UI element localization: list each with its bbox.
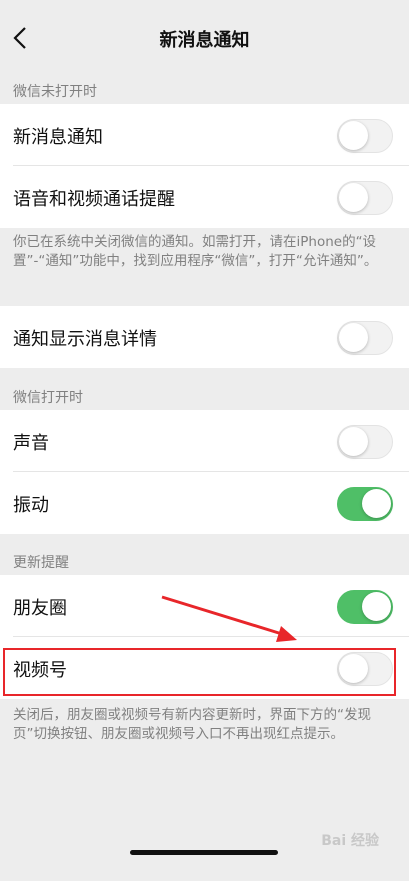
cell-label: 视频号 bbox=[13, 660, 67, 681]
toggle-knob bbox=[339, 654, 368, 683]
cell-label: 通知显示消息详情 bbox=[13, 329, 157, 350]
watermark: Bai 经验 bbox=[321, 833, 379, 849]
new-message-notification-toggle[interactable] bbox=[337, 119, 393, 153]
cell-label: 振动 bbox=[13, 495, 49, 516]
moments-toggle[interactable] bbox=[337, 590, 393, 624]
section-header-update: 更新提醒 bbox=[13, 555, 69, 571]
section-header-open: 微信打开时 bbox=[13, 390, 83, 406]
show-message-detail-toggle[interactable] bbox=[337, 321, 393, 355]
system-notification-note: 你已在系统中关闭微信的通知。如需打开，请在iPhone的“设置”-“通知”功能中… bbox=[13, 234, 378, 269]
cell-channels: 视频号 bbox=[0, 637, 409, 699]
home-indicator bbox=[130, 850, 278, 855]
toggle-knob bbox=[362, 489, 391, 518]
toggle-knob bbox=[339, 183, 368, 212]
toggle-knob bbox=[339, 323, 368, 352]
navigation-bar: 新消息通知 bbox=[0, 0, 409, 76]
toggle-knob bbox=[339, 121, 368, 150]
cell-new-message-notification: 新消息通知 bbox=[0, 104, 409, 166]
cell-label: 声音 bbox=[13, 433, 49, 454]
toggle-knob bbox=[362, 592, 391, 621]
cell-sound: 声音 bbox=[0, 410, 409, 472]
cell-vibrate: 振动 bbox=[0, 472, 409, 534]
call-reminder-toggle[interactable] bbox=[337, 181, 393, 215]
sound-toggle[interactable] bbox=[337, 425, 393, 459]
cell-label: 朋友圈 bbox=[13, 598, 67, 619]
cell-show-message-detail: 通知显示消息详情 bbox=[0, 306, 409, 368]
channels-toggle[interactable] bbox=[337, 652, 393, 686]
cell-label: 语音和视频通话提醒 bbox=[13, 189, 175, 210]
vibrate-toggle[interactable] bbox=[337, 487, 393, 521]
cell-moments: 朋友圈 bbox=[0, 575, 409, 637]
page-title: 新消息通知 bbox=[159, 30, 250, 51]
section-header-closed: 微信未打开时 bbox=[13, 84, 97, 100]
cell-call-reminder: 语音和视频通话提醒 bbox=[0, 166, 409, 228]
toggle-knob bbox=[339, 427, 368, 456]
cell-label: 新消息通知 bbox=[13, 127, 103, 148]
update-reminder-note: 关闭后，朋友圈或视频号有新内容更新时，界面下方的“发现页”切换按钮、朋友圈或视频… bbox=[13, 707, 371, 742]
